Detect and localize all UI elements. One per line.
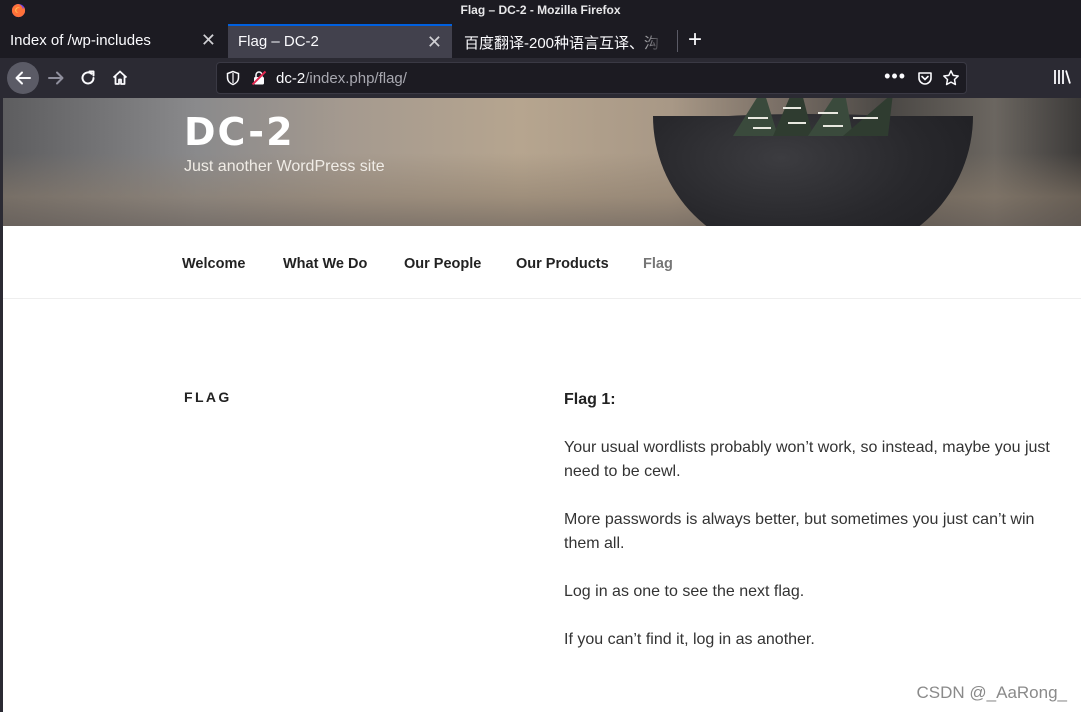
menu-item-our-people[interactable]: Our People xyxy=(404,256,481,272)
tab-flag-dc2[interactable]: Flag – DC-2 ✕ xyxy=(228,24,452,58)
arrow-right-icon xyxy=(48,71,64,85)
page-actions-button[interactable]: ••• xyxy=(884,66,906,87)
paragraph-4: If you can’t find it, log in as another. xyxy=(564,631,815,648)
tab-close-icon[interactable]: ✕ xyxy=(201,30,216,51)
menu-item-welcome[interactable]: Welcome xyxy=(182,256,245,272)
paragraph-2: More passwords is always better, but som… xyxy=(564,511,1035,552)
pocket-icon[interactable] xyxy=(917,70,933,86)
bookmark-star-icon[interactable] xyxy=(942,69,960,87)
menu-item-flag[interactable]: Flag xyxy=(643,256,673,272)
tab-label: Flag – DC-2 xyxy=(238,33,319,50)
succulent-plant-image xyxy=(733,98,893,136)
window-titlebar: Flag – DC-2 - Mozilla Firefox xyxy=(0,0,1081,22)
entry-content: Flag 1: Your usual wordlists probably wo… xyxy=(564,388,1074,676)
tracking-shield-icon[interactable] xyxy=(225,70,241,86)
site-navigation: Welcome What We Do Our People Our Produc… xyxy=(3,227,1081,299)
tab-index-wp-includes[interactable]: Index of /wp-includes ✕ xyxy=(0,24,226,58)
nav-toolbar: dc-2/index.php/flag/ ••• xyxy=(0,58,1081,98)
url-path: /index.php/flag/ xyxy=(305,70,407,87)
csdn-watermark: CSDN @_AaRong_ xyxy=(916,683,1068,702)
new-tab-button[interactable]: + xyxy=(684,27,706,53)
tab-separator xyxy=(677,30,678,52)
paragraph-3: Log in as one to see the next flag. xyxy=(564,583,805,600)
page-title: FLAG xyxy=(184,389,232,405)
back-button[interactable] xyxy=(7,62,39,94)
tab-baidu-translate[interactable]: 百度翻译-200种语言互译、沟 xyxy=(454,24,676,58)
flag-title: Flag 1: xyxy=(564,391,616,408)
tab-label: 百度翻译-200种语言互译、沟 xyxy=(464,35,660,52)
forward-button[interactable] xyxy=(41,63,71,93)
home-button[interactable] xyxy=(105,63,135,93)
tab-strip: Index of /wp-includes ✕ Flag – DC-2 ✕ 百度… xyxy=(0,22,1081,58)
site-header: DC-2 Just another WordPress site xyxy=(3,98,1081,226)
url-text[interactable]: dc-2/index.php/flag/ xyxy=(276,70,407,87)
site-description: Just another WordPress site xyxy=(184,158,385,175)
reload-button[interactable] xyxy=(73,63,103,93)
menu-item-our-products[interactable]: Our Products xyxy=(516,256,609,272)
reload-icon xyxy=(81,70,95,85)
menu-item-what-we-do[interactable]: What We Do xyxy=(283,256,367,272)
paragraph-1: Your usual wordlists probably won’t work… xyxy=(564,439,1050,480)
arrow-left-icon xyxy=(15,71,31,85)
tab-label: Index of /wp-includes xyxy=(10,32,151,49)
home-icon xyxy=(112,70,128,85)
site-title-link[interactable]: DC-2 xyxy=(184,110,295,154)
window-title: Flag – DC-2 - Mozilla Firefox xyxy=(460,3,621,17)
url-bar[interactable]: dc-2/index.php/flag/ ••• xyxy=(216,62,967,94)
insecure-lock-icon[interactable] xyxy=(251,70,267,86)
tab-close-icon[interactable]: ✕ xyxy=(427,32,442,53)
url-host: dc-2 xyxy=(276,70,306,87)
library-icon[interactable] xyxy=(1053,68,1073,86)
